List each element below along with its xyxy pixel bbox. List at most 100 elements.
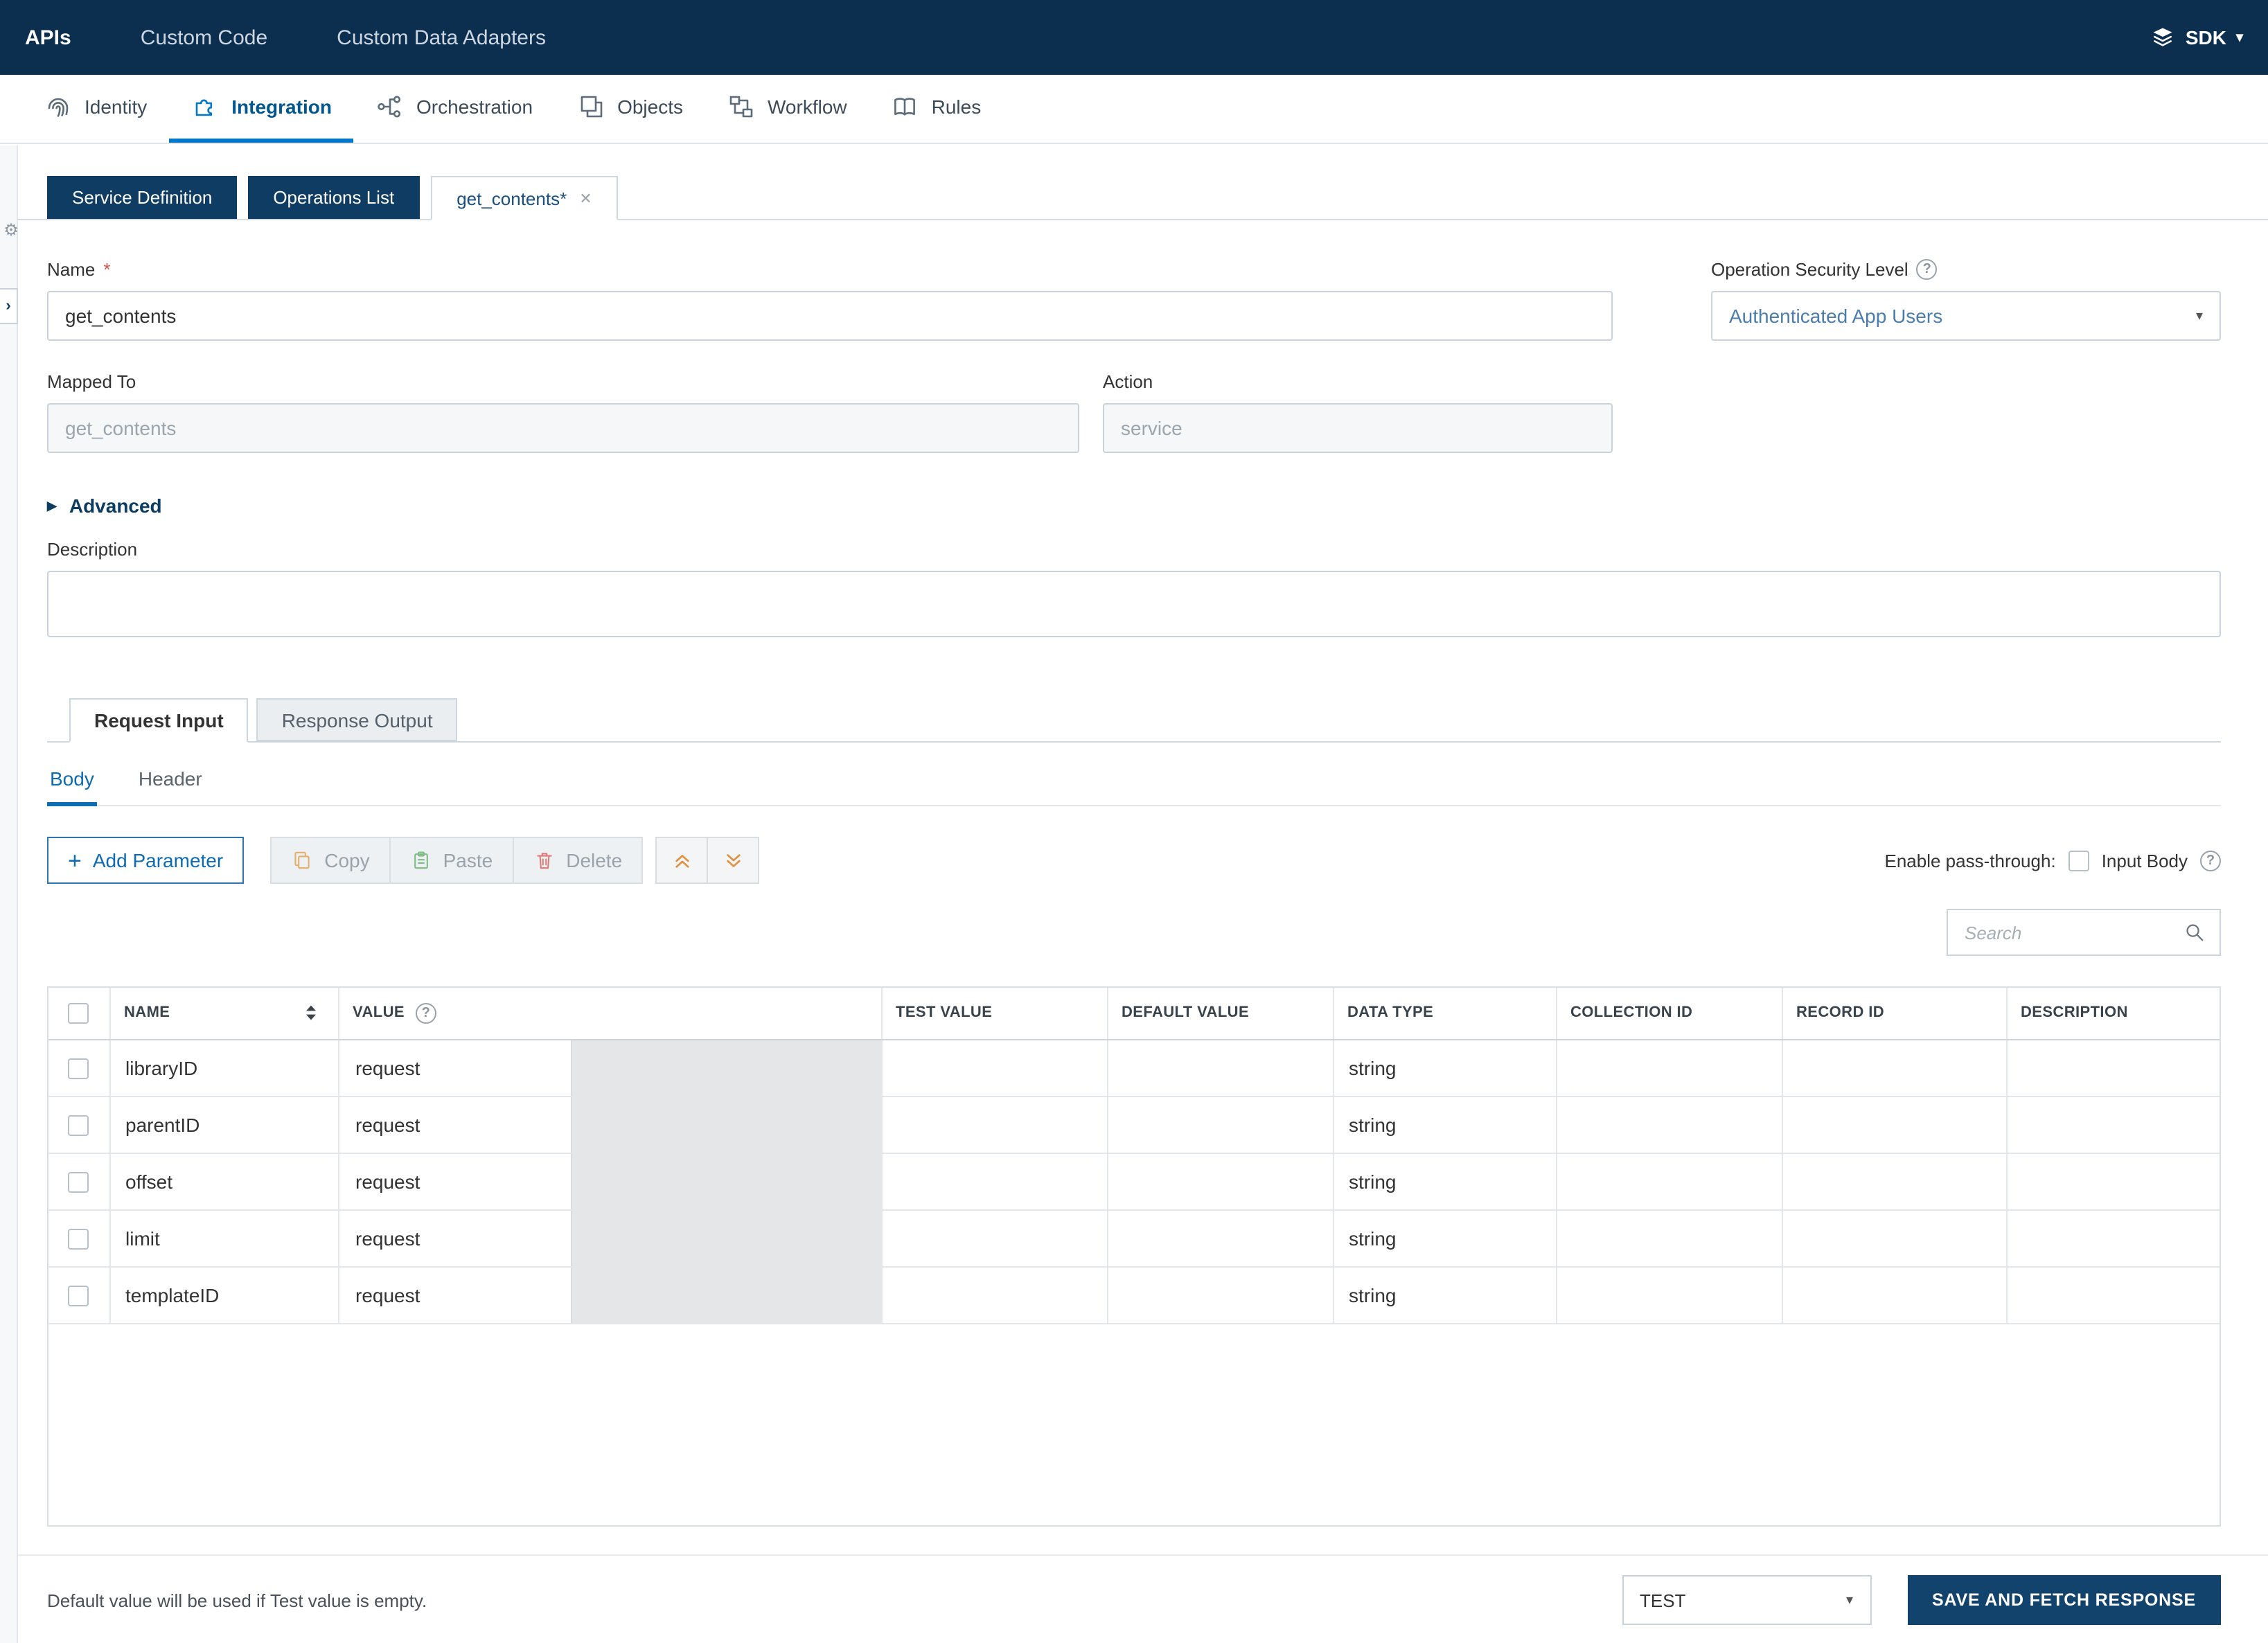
row-checkbox[interactable]	[69, 1286, 89, 1306]
help-icon[interactable]: ?	[2200, 850, 2221, 871]
row-checkbox[interactable]	[69, 1229, 89, 1250]
param-value-cell[interactable]: request	[338, 1266, 881, 1323]
data-type-cell[interactable]: string	[1333, 1266, 1556, 1323]
save-and-fetch-button[interactable]: SAVE AND FETCH RESPONSE	[1907, 1575, 2221, 1625]
param-name-cell[interactable]: offset	[109, 1153, 338, 1209]
param-name-cell[interactable]: limit	[109, 1209, 338, 1266]
sort-icon[interactable]	[303, 1004, 318, 1023]
param-value-cell[interactable]: request	[338, 1096, 881, 1153]
collection-id-cell[interactable]	[1556, 1209, 1782, 1266]
param-value-cell[interactable]: request	[338, 1153, 881, 1209]
module-identity-label: Identity	[85, 96, 147, 118]
name-input[interactable]	[47, 291, 1613, 341]
default-value-cell[interactable]	[1107, 1039, 1333, 1096]
description-cell[interactable]	[2006, 1153, 2220, 1209]
record-id-cell[interactable]	[1782, 1096, 2006, 1153]
record-id-cell[interactable]	[1782, 1266, 2006, 1323]
tab-body[interactable]: Body	[47, 759, 97, 806]
tab-service-definition[interactable]: Service Definition	[47, 176, 237, 219]
module-workflow[interactable]: Workflow	[705, 75, 869, 143]
module-objects[interactable]: Objects	[555, 75, 705, 143]
description-cell[interactable]	[2006, 1096, 2220, 1153]
tab-header[interactable]: Header	[136, 759, 205, 806]
sdk-menu[interactable]: SDK ▾	[2151, 25, 2243, 50]
collection-id-cell[interactable]	[1556, 1096, 1782, 1153]
trash-icon	[533, 849, 555, 871]
data-type-cell[interactable]: string	[1333, 1039, 1556, 1096]
tab-operations-list[interactable]: Operations List	[248, 176, 419, 219]
add-parameter-button[interactable]: + Add Parameter	[47, 837, 244, 884]
action-block: Action	[1103, 371, 1613, 453]
advanced-toggle[interactable]: ▶ Advanced	[47, 495, 162, 517]
test-value-cell[interactable]	[881, 1039, 1107, 1096]
topnav-apis[interactable]: APIs	[25, 26, 71, 49]
test-value-cell[interactable]	[881, 1153, 1107, 1209]
row-checkbox[interactable]	[69, 1172, 89, 1193]
help-icon[interactable]: ?	[1917, 259, 1938, 280]
collection-id-cell[interactable]	[1556, 1266, 1782, 1323]
name-field-block: Name*	[47, 259, 1613, 341]
collection-id-cell[interactable]	[1556, 1039, 1782, 1096]
data-type-cell[interactable]: string	[1333, 1153, 1556, 1209]
tab-request-input[interactable]: Request Input	[69, 698, 249, 743]
tab-response-output[interactable]: Response Output	[257, 698, 458, 741]
test-value-cell[interactable]	[881, 1209, 1107, 1266]
param-name-cell[interactable]: libraryID	[109, 1039, 338, 1096]
col-header-name[interactable]: NAME	[109, 988, 338, 1039]
input-body-checkbox[interactable]	[2068, 850, 2089, 871]
module-workflow-label: Workflow	[768, 96, 847, 118]
caret-down-icon: ▾	[2236, 30, 2243, 45]
environment-select[interactable]: TEST ▾	[1622, 1575, 1871, 1625]
mapped-to-label: Mapped To	[47, 371, 1079, 392]
row-checkbox[interactable]	[69, 1115, 89, 1136]
default-value-cell[interactable]	[1107, 1209, 1333, 1266]
param-name-cell[interactable]: templateID	[109, 1266, 338, 1323]
col-header-record-id: RECORD ID	[1782, 988, 2006, 1039]
security-level-block: Operation Security Level ? Authenticated…	[1711, 259, 2221, 341]
description-cell[interactable]	[2006, 1209, 2220, 1266]
plus-icon: +	[68, 849, 82, 872]
test-value-cell[interactable]	[881, 1096, 1107, 1153]
footer-actions: TEST ▾ SAVE AND FETCH RESPONSE	[1622, 1575, 2221, 1625]
param-name-cell[interactable]: parentID	[109, 1096, 338, 1153]
record-id-cell[interactable]	[1782, 1039, 2006, 1096]
param-value-text: request	[339, 1210, 570, 1265]
collection-id-cell[interactable]	[1556, 1153, 1782, 1209]
tab-operation-get-contents[interactable]: get_contents* ✕	[430, 176, 618, 220]
close-icon[interactable]: ✕	[579, 189, 592, 207]
help-icon[interactable]: ?	[416, 1003, 436, 1024]
data-type-cell[interactable]: string	[1333, 1209, 1556, 1266]
paste-button[interactable]: Paste	[389, 837, 514, 884]
move-down-button[interactable]	[707, 837, 759, 884]
delete-button[interactable]: Delete	[512, 837, 643, 884]
record-id-cell[interactable]	[1782, 1153, 2006, 1209]
environment-value: TEST	[1640, 1590, 1685, 1610]
value-editor-disabled	[570, 1096, 880, 1152]
description-cell[interactable]	[2006, 1266, 2220, 1323]
topnav-custom-data-adapters[interactable]: Custom Data Adapters	[337, 26, 546, 49]
row-checkbox[interactable]	[69, 1058, 89, 1079]
default-value-cell[interactable]	[1107, 1153, 1333, 1209]
default-value-cell[interactable]	[1107, 1266, 1333, 1323]
test-value-cell[interactable]	[881, 1266, 1107, 1323]
record-id-cell[interactable]	[1782, 1209, 2006, 1266]
io-tabstrip: Request Input Response Output	[47, 697, 2221, 743]
topnav-custom-code[interactable]: Custom Code	[141, 26, 267, 49]
module-orchestration[interactable]: Orchestration	[354, 75, 555, 143]
param-value-cell[interactable]: request	[338, 1209, 881, 1266]
move-up-button[interactable]	[655, 837, 708, 884]
data-type-cell[interactable]: string	[1333, 1096, 1556, 1153]
copy-button[interactable]: Copy	[270, 837, 390, 884]
description-cell[interactable]	[2006, 1039, 2220, 1096]
select-all-checkbox[interactable]	[69, 1003, 89, 1024]
module-rules[interactable]: Rules	[869, 75, 1004, 143]
default-value-cell[interactable]	[1107, 1096, 1333, 1153]
security-level-select[interactable]: Authenticated App Users ▾	[1711, 291, 2221, 341]
module-integration[interactable]: Integration	[169, 75, 354, 143]
security-level-label: Operation Security Level ?	[1711, 259, 2221, 280]
search-input[interactable]	[1962, 921, 2172, 944]
description-textarea[interactable]	[47, 571, 2221, 637]
edit-button-group: Copy Paste Delete	[272, 837, 643, 884]
module-identity[interactable]: Identity	[22, 75, 169, 143]
param-value-cell[interactable]: request	[338, 1039, 881, 1096]
